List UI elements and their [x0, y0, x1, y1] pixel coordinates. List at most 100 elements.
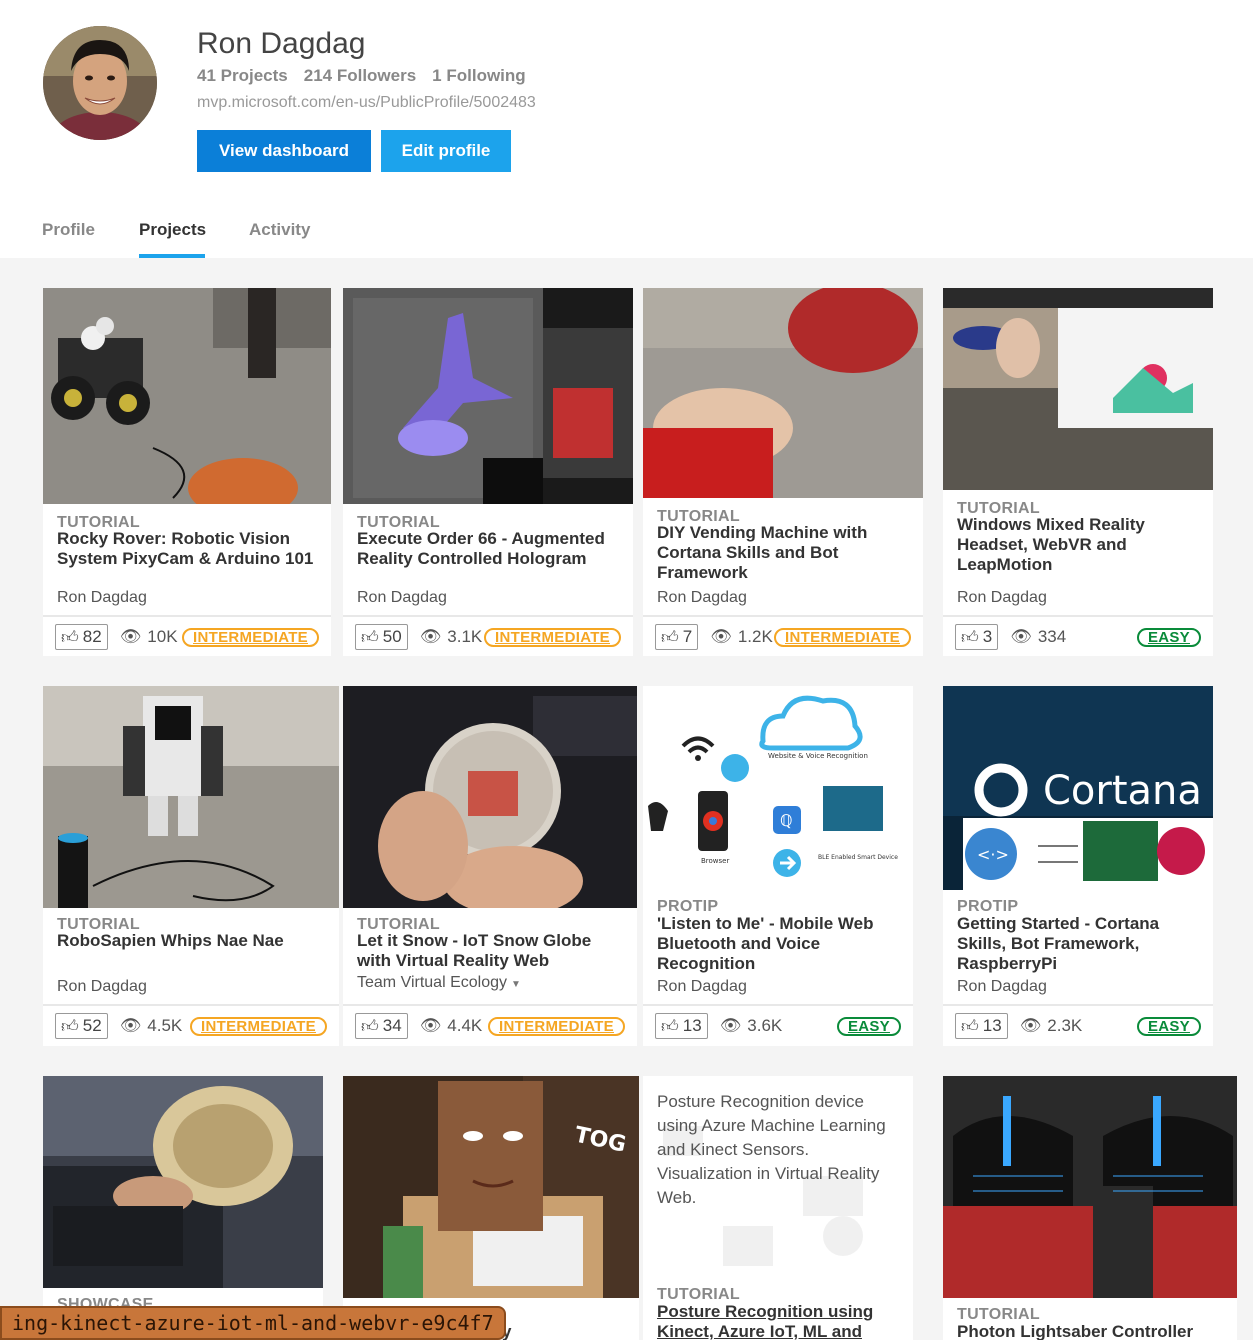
project-thumbnail[interactable]: [943, 288, 1213, 490]
card-footer: 👍︎ 13 👁︎ 3.6K EASY: [655, 1013, 901, 1039]
views: 👁︎ 1.2K: [710, 627, 773, 647]
project-card[interactable]: TOG eality: [343, 1076, 639, 1340]
project-card[interactable]: Website & Voice Recognition Browser ℚ BL…: [643, 686, 913, 1046]
card-title[interactable]: 'Listen to Me' - Mobile Web Bluetooth an…: [657, 914, 903, 974]
views: 👁︎ 10K: [120, 627, 178, 647]
card-title[interactable]: RoboSapien Whips Nae Nae: [57, 931, 329, 951]
difficulty-badge[interactable]: INTERMEDIATE: [774, 627, 911, 647]
project-thumbnail[interactable]: Website & Voice Recognition Browser ℚ BL…: [643, 686, 913, 886]
project-thumbnail[interactable]: [343, 686, 637, 908]
card-divider: [643, 615, 923, 617]
card-title[interactable]: Getting Started - Cortana Skills, Bot Fr…: [957, 914, 1203, 974]
card-divider: [943, 1004, 1213, 1006]
project-thumbnail[interactable]: Cortana <·>: [943, 686, 1213, 890]
project-thumbnail[interactable]: Posture Recognition device using Azure M…: [643, 1076, 913, 1288]
project-card[interactable]: TUTORIAL Let it Snow - IoT Snow Globe wi…: [343, 686, 637, 1046]
project-card[interactable]: Posture Recognition device using Azure M…: [643, 1076, 913, 1340]
eye-icon: 👁︎: [1010, 627, 1032, 646]
card-description: Posture Recognition device using Azure M…: [657, 1092, 886, 1207]
avatar[interactable]: [43, 26, 157, 140]
author-name: Team Virtual Ecology: [357, 974, 507, 991]
like-button[interactable]: 👍︎ 34: [355, 1013, 408, 1039]
difficulty-badge[interactable]: EASY: [1136, 627, 1201, 647]
eye-icon: 👁︎: [419, 1016, 442, 1035]
like-button[interactable]: 👍︎ 13: [955, 1013, 1008, 1039]
like-button[interactable]: 👍︎ 52: [55, 1013, 108, 1039]
card-footer: 👍︎ 82 👁︎ 10K INTERMEDIATE: [55, 624, 319, 650]
like-button[interactable]: 👍︎ 82: [55, 624, 108, 650]
chevron-down-icon[interactable]: ▼: [511, 979, 521, 990]
like-button[interactable]: 👍︎ 3: [955, 624, 999, 650]
difficulty-badge[interactable]: INTERMEDIATE: [182, 627, 319, 647]
like-count: 13: [682, 1016, 702, 1035]
eye-icon: 👁︎: [119, 1016, 142, 1035]
like-count: 3: [982, 627, 993, 646]
card-footer: 👍︎ 7 👁︎ 1.2K INTERMEDIATE: [655, 624, 911, 650]
edit-profile-button[interactable]: Edit profile: [381, 130, 511, 172]
project-thumbnail[interactable]: TOG: [343, 1076, 639, 1298]
tab-projects[interactable]: Projects: [139, 220, 206, 240]
card-title[interactable]: Execute Order 66 - Augmented Reality Con…: [357, 529, 623, 569]
card-author[interactable]: Ron Dagdag: [957, 589, 1047, 607]
difficulty-badge[interactable]: INTERMEDIATE: [488, 1016, 625, 1036]
project-card[interactable]: Cortana <·> PROTIP Getting Started - Cor…: [943, 686, 1213, 1046]
following-count[interactable]: 1 Following: [432, 66, 526, 86]
like-count: 52: [82, 1016, 102, 1035]
card-author[interactable]: Ron Dagdag: [57, 978, 147, 996]
views: 👁︎ 334: [1010, 627, 1066, 647]
project-card[interactable]: TUTORIAL Windows Mixed Reality Headset, …: [943, 288, 1213, 656]
like-button[interactable]: 👍︎ 7: [655, 624, 699, 650]
project-card[interactable]: TUTORIAL Rocky Rover: Robotic Vision Sys…: [43, 288, 331, 656]
card-author[interactable]: Ron Dagdag: [957, 978, 1047, 996]
card-title[interactable]: Posture Recognition using Kinect, Azure …: [657, 1302, 903, 1340]
card-title[interactable]: Let it Snow - IoT Snow Globe with Virtua…: [357, 931, 627, 971]
difficulty-badge[interactable]: EASY: [836, 1016, 901, 1036]
card-divider: [643, 1004, 913, 1006]
card-footer: 👍︎ 50 👁︎ 3.1K INTERMEDIATE: [355, 624, 621, 650]
project-card[interactable]: TUTORIAL Photon Lightsaber Controller: [943, 1076, 1237, 1340]
difficulty-badge[interactable]: EASY: [1136, 1016, 1201, 1036]
card-divider: [43, 1004, 339, 1006]
profile-url[interactable]: mvp.microsoft.com/en-us/PublicProfile/50…: [197, 94, 536, 112]
like-button[interactable]: 👍︎ 13: [655, 1013, 708, 1039]
eye-icon: 👁︎: [1019, 1016, 1042, 1035]
difficulty-badge[interactable]: INTERMEDIATE: [190, 1016, 327, 1036]
card-title[interactable]: Photon Lightsaber Controller: [957, 1322, 1227, 1340]
views: 👁︎ 3.6K: [720, 1016, 783, 1036]
project-card[interactable]: TUTORIAL RoboSapien Whips Nae Nae Ron Da…: [43, 686, 339, 1046]
card-author[interactable]: Ron Dagdag: [657, 978, 747, 996]
card-author[interactable]: Ron Dagdag: [357, 589, 447, 607]
followers-count[interactable]: 214 Followers: [304, 66, 416, 86]
card-divider: [343, 615, 633, 617]
card-title[interactable]: Windows Mixed Reality Headset, WebVR and…: [957, 515, 1203, 575]
project-thumbnail[interactable]: [643, 288, 923, 498]
project-thumbnail[interactable]: [43, 686, 339, 908]
like-count: 34: [382, 1016, 402, 1035]
projects-count[interactable]: 41 Projects: [197, 66, 288, 86]
active-tab-indicator: [139, 254, 205, 258]
view-dashboard-button[interactable]: View dashboard: [197, 130, 371, 172]
view-count: 2.3K: [1047, 1016, 1083, 1035]
card-author[interactable]: Team Virtual Ecology ▼: [357, 974, 521, 992]
project-card[interactable]: TUTORIAL DIY Vending Machine with Cortan…: [643, 288, 923, 656]
project-thumbnail[interactable]: [43, 1076, 323, 1288]
card-title[interactable]: Rocky Rover: Robotic Vision System PixyC…: [57, 529, 321, 569]
view-count: 4.4K: [447, 1016, 483, 1035]
like-count: 13: [982, 1016, 1002, 1035]
card-title[interactable]: DIY Vending Machine with Cortana Skills …: [657, 523, 913, 583]
like-button[interactable]: 👍︎ 50: [355, 624, 408, 650]
thumbs-up-icon: 👍︎: [361, 1016, 379, 1036]
ble-label: BLE Enabled Smart Device: [818, 854, 898, 861]
project-thumbnail[interactable]: [43, 288, 331, 504]
project-card[interactable]: SHOWCASE: [43, 1076, 323, 1340]
project-thumbnail[interactable]: [343, 288, 633, 504]
like-count: 82: [82, 627, 102, 646]
card-author[interactable]: Ron Dagdag: [657, 589, 747, 607]
tab-activity[interactable]: Activity: [249, 220, 310, 240]
project-card[interactable]: TUTORIAL Execute Order 66 - Augmented Re…: [343, 288, 633, 656]
tab-profile[interactable]: Profile: [42, 220, 95, 240]
project-thumbnail[interactable]: [943, 1076, 1237, 1298]
cortana-label: Cortana: [1043, 768, 1202, 814]
difficulty-badge[interactable]: INTERMEDIATE: [484, 627, 621, 647]
card-author[interactable]: Ron Dagdag: [57, 589, 147, 607]
